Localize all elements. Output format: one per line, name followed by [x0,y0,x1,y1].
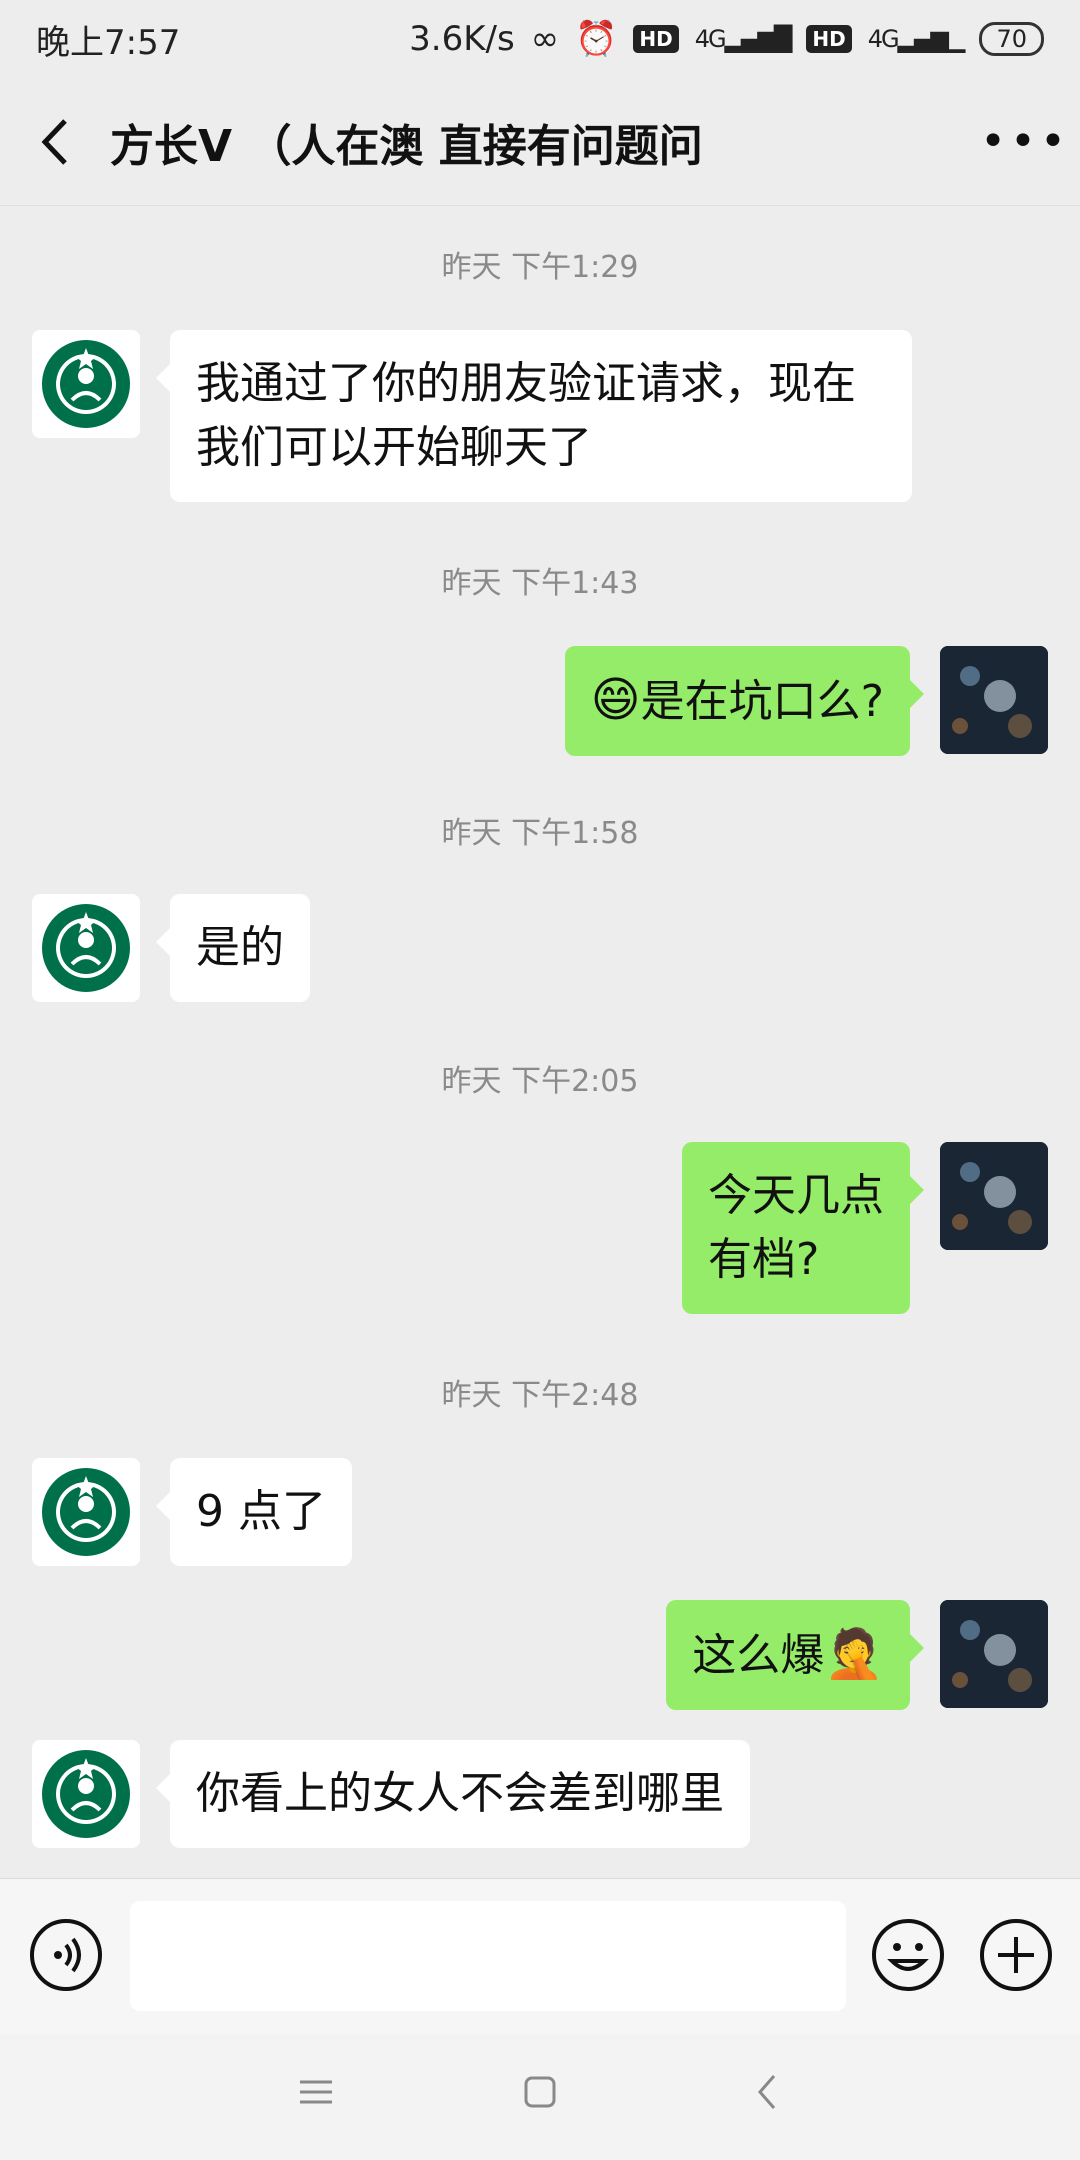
outgoing-message[interactable]: 这么爆🤦 [666,1600,924,1710]
night-lights-avatar [940,646,1048,754]
message-text: 这么爆 [692,1630,825,1681]
menu-icon [300,2080,332,2104]
nav-back-icon [758,2075,776,2109]
message-text: 我通过了你的朋友验证请求，现在我们可以开始聊天了 [196,358,856,473]
signal-icon: 4G▂▄▆█ [694,25,793,53]
status-time: 晚上7:57 [36,22,181,63]
emoji-button[interactable] [870,1917,946,1993]
chat-header: 方长V （人在澳 直接有问题问 ••• [0,78,1080,206]
message-text: 是在坑口么? [640,676,884,727]
back-arrow-icon [41,118,67,165]
hd-badge-2: HD [806,25,852,53]
plus-button[interactable] [978,1917,1054,1993]
night-lights-avatar [940,1142,1048,1250]
starbucks-logo [42,1750,130,1838]
back-nav-button[interactable] [748,2072,788,2116]
my-avatar[interactable] [940,646,1048,754]
starbucks-logo [42,904,130,992]
contact-avatar[interactable] [32,330,140,438]
home-nav-button[interactable] [520,2072,560,2116]
home-icon [524,2076,556,2108]
menu-nav-button[interactable] [296,2072,336,2116]
input-bar [0,1878,1080,2035]
my-avatar[interactable] [940,1142,1048,1250]
outgoing-message[interactable]: 今天几点有档? [682,1142,924,1314]
starbucks-logo [42,1468,130,1556]
outgoing-message[interactable]: 😄是在坑口么? [564,646,925,756]
battery-icon: 70 [979,22,1044,56]
signal-icon-2: 4G▂▄▆▁ [867,25,966,53]
contact-avatar[interactable] [32,1740,140,1848]
contact-avatar[interactable] [32,1458,140,1566]
status-icons: 3.6K/s ∞ ⏰ HD 4G▂▄▆█ HD 4G▂▄▆▁ 70 [409,19,1044,59]
hd-badge: HD [633,25,679,53]
message-text: 9 点了 [196,1486,326,1537]
timestamp: 昨天 下午2:48 [441,1378,639,1413]
timestamp: 昨天 下午1:58 [441,816,639,851]
network-speed: 3.6K/s [409,19,515,59]
facepalm-emoji: 🤦 [824,1626,884,1682]
status-bar: 晚上7:57 3.6K/s ∞ ⏰ HD 4G▂▄▆█ HD 4G▂▄▆▁ 70 [0,0,1080,78]
voice-icon [30,1919,102,1991]
system-nav-bar [0,2034,1080,2160]
emoji-icon [872,1919,944,1991]
timestamp: 昨天 下午1:43 [441,566,639,601]
message-text: 今天几点有档? [708,1170,884,1285]
incoming-message[interactable]: 9 点了 [156,1458,352,1566]
alarm-icon: ⏰ [575,19,618,59]
more-dots-icon: ••• [980,116,1070,167]
back-button[interactable] [0,78,110,205]
incoming-message[interactable]: 你看上的女人不会差到哪里 [156,1740,750,1848]
message-input[interactable] [130,1901,846,2011]
voice-button[interactable] [28,1917,104,1993]
my-avatar[interactable] [940,1600,1048,1708]
grin-emoji: 😄 [590,672,641,728]
timestamp: 昨天 下午1:29 [441,250,639,285]
incoming-message[interactable]: 我通过了你的朋友验证请求，现在我们可以开始聊天了 [156,330,912,502]
link-icon: ∞ [530,19,560,59]
more-button[interactable]: ••• [970,116,1080,167]
contact-avatar[interactable] [32,894,140,1002]
starbucks-logo [42,340,130,428]
incoming-message[interactable]: 是的 [156,894,310,1002]
message-text: 你看上的女人不会差到哪里 [196,1768,724,1819]
plus-icon [980,1919,1052,1991]
message-text: 是的 [196,922,284,973]
chat-title: 方长V （人在澳 直接有问题问 [110,120,703,172]
night-lights-avatar [940,1600,1048,1708]
timestamp: 昨天 下午2:05 [441,1064,639,1099]
